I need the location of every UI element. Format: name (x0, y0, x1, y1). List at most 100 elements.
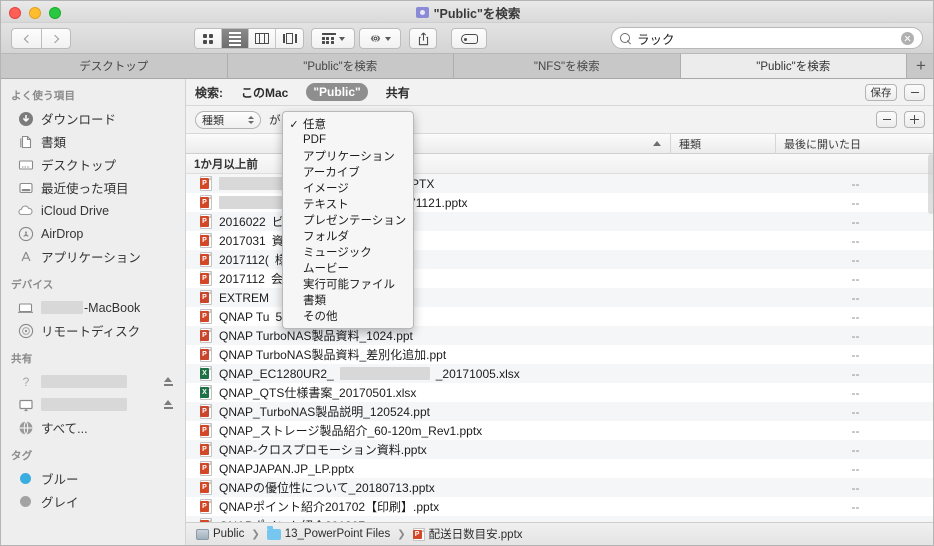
ppt-icon: P (200, 328, 213, 343)
table-row[interactable]: X QNAP_QTS仕様書案_20170501.xlsx -- (186, 383, 934, 402)
path-item-file[interactable]: P 配送日数目安.pptx (413, 526, 523, 542)
file-date-cell: -- (776, 215, 934, 229)
path-item-label: 13_PowerPoint Files (285, 528, 390, 540)
menu-item-application[interactable]: アプリケーション (283, 148, 413, 164)
scope-shared[interactable]: 共有 (379, 82, 417, 103)
menu-item-other[interactable]: その他 (283, 308, 413, 324)
arrange-button[interactable] (311, 28, 355, 49)
scope-this-mac[interactable]: このMac (234, 82, 295, 103)
vertical-scrollbar[interactable] (928, 154, 934, 214)
criteria-operator-label: が (269, 112, 281, 128)
applications-icon (17, 248, 34, 265)
pptx-icon: P (200, 423, 213, 438)
menu-item-any[interactable]: 任意 (283, 116, 413, 132)
sidebar-item-tag-gray[interactable]: グレイ (1, 490, 185, 513)
table-row[interactable]: P QNAP_ストレージ製品紹介_60-120m_Rev1.pptx -- (186, 421, 934, 440)
action-button[interactable] (359, 28, 401, 49)
column-header-kind[interactable]: 種類 (671, 134, 776, 154)
search-input[interactable]: ラック (611, 27, 923, 49)
menu-item-document[interactable]: 書類 (283, 292, 413, 308)
menu-item-label: その他 (303, 308, 338, 324)
view-mode-segmented-control[interactable] (194, 28, 304, 49)
tab-bar: デスクトップ "Public"を検索 "NFS"を検索 "Public"を検索 … (1, 54, 934, 79)
remove-criterion-button[interactable] (876, 111, 897, 128)
file-name-label: QNAP_TurboNAS製品説明_120524.ppt (219, 403, 430, 420)
clear-icon[interactable] (901, 32, 914, 45)
menu-item-presentation[interactable]: プレゼンテーション (283, 212, 413, 228)
table-row[interactable]: P QNAP-クロスプロモーション資料.pptx -- (186, 440, 934, 459)
unknown-server-icon: ? (17, 373, 34, 390)
eject-button[interactable] (164, 400, 173, 409)
download-icon (17, 110, 34, 127)
sidebar-item-desktop[interactable]: デスクトップ (1, 153, 185, 176)
sidebar-item-documents[interactable]: 書類 (1, 130, 185, 153)
menu-item-text[interactable]: テキスト (283, 196, 413, 212)
table-row[interactable]: P QNAPの優位性について_20180713.pptx -- (186, 478, 934, 497)
pptx-icon: P (200, 499, 213, 514)
menu-item-pdf[interactable]: PDF (283, 132, 413, 148)
menu-item-label: 任意 (303, 116, 326, 132)
sidebar-item-shared-unknown[interactable]: ? (1, 370, 185, 393)
file-name-label: QNAP Tu (219, 310, 269, 324)
kind-dropdown-menu[interactable]: 任意 PDF アプリケーション アーカイブ イメージ テキスト プレゼンテーショ… (282, 111, 414, 329)
hide-criteria-button[interactable] (904, 84, 925, 101)
file-date-cell: -- (776, 367, 934, 381)
icloud-icon (17, 202, 34, 219)
coverflow-view-button[interactable] (276, 29, 303, 48)
table-row[interactable]: P QNAPポイント紹介201702【印刷】.pptx -- (186, 497, 934, 516)
sidebar-item-airdrop[interactable]: AirDrop (1, 222, 185, 245)
column-header-date[interactable]: 最後に開いた日 (776, 134, 934, 154)
table-row[interactable]: P QNAP TurboNAS製品資料_差別化追加.ppt -- (186, 345, 934, 364)
file-name-cell: X QNAP_QTS仕様書案_20170501.xlsx (186, 384, 671, 401)
file-name-label: QNAP TurboNAS製品資料_1024.ppt (219, 327, 413, 344)
eject-button[interactable] (164, 377, 173, 386)
tab-public-search-1[interactable]: "Public"を検索 (228, 54, 455, 78)
sidebar-item-macbook[interactable]: -MacBook (1, 296, 185, 319)
menu-item-executable[interactable]: 実行可能ファイル (283, 276, 413, 292)
sidebar-item-shared-screen[interactable] (1, 393, 185, 416)
icon-view-button[interactable] (195, 29, 222, 48)
file-name-label: QNAPの優位性について_20180713.pptx (219, 479, 435, 496)
sidebar-item-icloud-drive[interactable]: iCloud Drive (1, 199, 185, 222)
menu-item-movie[interactable]: ムービー (283, 260, 413, 276)
file-date-cell: -- (776, 310, 934, 324)
sidebar-item-downloads[interactable]: ダウンロード (1, 107, 185, 130)
new-tab-button[interactable]: + (907, 54, 934, 78)
sidebar-item-applications[interactable]: アプリケーション (1, 245, 185, 268)
tab-nfs-search[interactable]: "NFS"を検索 (454, 54, 681, 78)
sidebar-item-recents[interactable]: 最近使った項目 (1, 176, 185, 199)
list-view-button[interactable] (222, 29, 249, 48)
pptx-icon: P (200, 233, 213, 248)
table-row[interactable]: P QNAP_TurboNAS製品説明_120524.ppt -- (186, 402, 934, 421)
sidebar-item-tag-blue[interactable]: ブルー (1, 467, 185, 490)
save-search-button[interactable]: 保存 (865, 84, 897, 101)
file-name-label: QNAP_QTS仕様書案_20170501.xlsx (219, 384, 416, 401)
list-icon (229, 32, 241, 46)
menu-item-music[interactable]: ミュージック (283, 244, 413, 260)
menu-item-image[interactable]: イメージ (283, 180, 413, 196)
path-item-public[interactable]: Public (196, 528, 244, 540)
tab-public-search-2[interactable]: "Public"を検索 (681, 54, 908, 78)
table-row[interactable]: P QNAPJAPAN.JP_LP.pptx -- (186, 459, 934, 478)
back-button[interactable] (11, 28, 41, 49)
column-view-button[interactable] (249, 29, 276, 48)
path-item-folder[interactable]: 13_PowerPoint Files (267, 528, 390, 540)
tags-button[interactable] (451, 28, 487, 49)
menu-item-archive[interactable]: アーカイブ (283, 164, 413, 180)
tab-desktop[interactable]: デスクトップ (1, 54, 228, 78)
menu-item-folder[interactable]: フォルダ (283, 228, 413, 244)
file-date-cell: -- (776, 386, 934, 400)
column-header-name[interactable]: 名前 (186, 134, 671, 154)
file-date-cell: -- (776, 500, 934, 514)
add-criterion-button[interactable] (904, 111, 925, 128)
file-name-label: 2017112( (219, 253, 269, 267)
sidebar-item-remote-disc[interactable]: リモートディスク (1, 319, 185, 342)
share-button[interactable] (409, 28, 437, 49)
forward-button[interactable] (41, 28, 71, 49)
file-date-cell: -- (776, 234, 934, 248)
table-row[interactable]: X QNAP_EC1280UR2_ _20171005.xlsx -- (186, 364, 934, 383)
sidebar-item-all-shared[interactable]: すべて... (1, 416, 185, 439)
criteria-attribute-popup[interactable]: 種類 (195, 111, 261, 129)
file-name-label: QNAPポイント紹介201702【印刷】.pptx (219, 498, 439, 515)
scope-public[interactable]: "Public" (306, 83, 367, 101)
